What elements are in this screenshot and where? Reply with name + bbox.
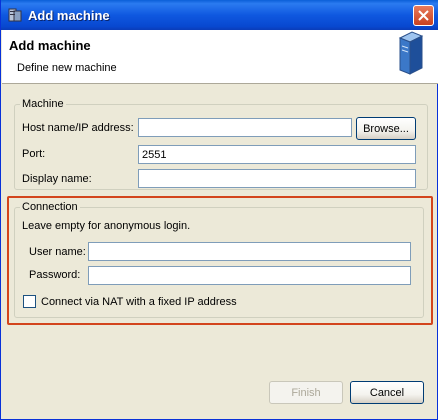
server-tower-icon [398,31,424,75]
display-name-label: Display name: [22,173,92,185]
cancel-button[interactable]: Cancel [350,381,424,404]
connection-group-label: Connection [20,201,80,213]
port-label: Port: [22,148,46,160]
title-bar[interactable]: Add machine [1,0,438,30]
host-input[interactable] [138,118,352,137]
nat-label[interactable]: Connect via NAT with a fixed IP address [41,296,237,308]
server-app-icon [8,8,22,22]
password-input[interactable] [88,266,411,285]
nat-checkbox[interactable] [23,295,36,308]
browse-button[interactable]: Browse... [356,117,416,140]
host-label: Host name/IP address: [22,122,134,134]
connection-hint: Leave empty for anonymous login. [22,220,191,232]
display-name-input[interactable] [138,169,416,188]
add-machine-dialog: Add machine Add machine Define new machi… [0,0,438,420]
close-icon [418,10,429,21]
window-title: Add machine [28,8,110,23]
machine-group-label: Machine [20,98,66,110]
password-label: Password: [29,269,81,281]
wizard-header: Add machine Define new machine [2,30,438,84]
page-subtitle: Define new machine [17,62,117,74]
user-name-input[interactable] [88,242,411,261]
finish-button[interactable]: Finish [269,381,343,404]
user-name-label: User name: [29,246,86,258]
port-input[interactable] [138,145,416,164]
page-title: Add machine [9,38,91,53]
close-button[interactable] [413,5,434,26]
